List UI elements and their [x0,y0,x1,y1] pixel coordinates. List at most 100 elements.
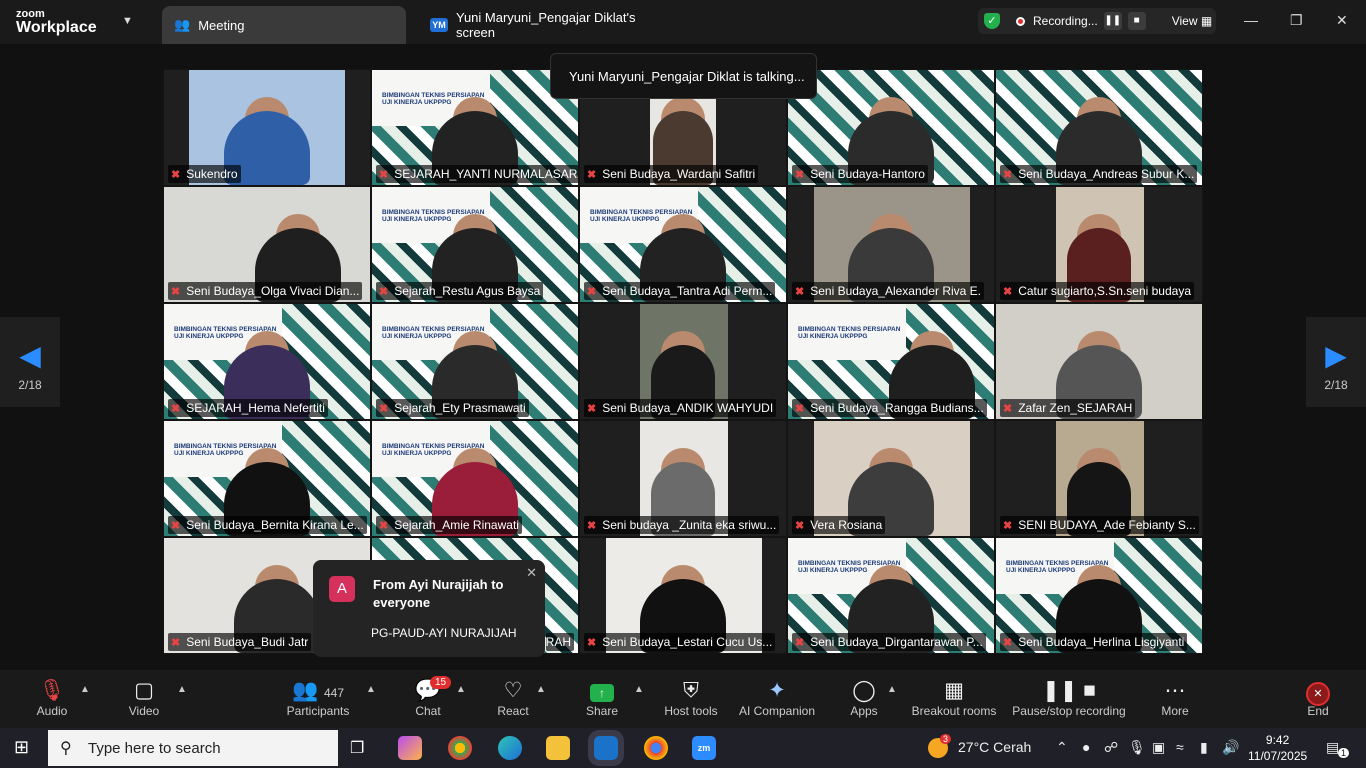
host-tools-button[interactable]: ⛨ Host tools [660,678,722,718]
pause-stop-recording-button[interactable]: ❚❚ ■ Pause/stop recording [1010,678,1128,718]
edge-icon[interactable] [498,736,522,760]
react-button[interactable]: ♡ React [493,678,533,718]
task-view-icon[interactable]: ❐ [350,738,364,758]
video-tile[interactable]: ✖ Vera Rosiana [787,420,995,537]
arrow-left-icon: ◀ [19,340,41,371]
video-label: Video [128,704,160,718]
view-button[interactable]: View ▦ [1172,14,1212,28]
chevron-up-icon[interactable]: ▲ [456,684,466,695]
weather-text[interactable]: 27°C Cerah [958,739,1031,755]
video-tile[interactable]: ✖ Seni Budaya_Alexander Riva E. [787,186,995,303]
name-tag: ✖ Sukendro [168,165,241,183]
video-tile[interactable]: BIMBINGAN TEKNIS PERSIAPAN UJI KINERJA U… [371,420,579,537]
name-tag: ✖ Seni Budaya_Budi Jatr [168,633,312,651]
react-label: React [497,704,529,718]
zoom-taskbar-icon[interactable]: zm [692,736,716,760]
ai-companion-button[interactable]: ✦ AI Companion [736,678,818,718]
stop-recording-icon[interactable]: ■ [1127,12,1146,30]
video-tile[interactable]: ✖ Seni Budaya_Lestari Cucu Us... [579,537,787,654]
outlook-icon[interactable] [588,730,624,766]
name-tag: ✖ Seni Budaya_Alexander Riva E. [792,282,984,300]
system-clock[interactable]: 9:42 11/07/2025 [1248,732,1307,764]
next-page-button[interactable]: ▶ 2/18 [1306,317,1366,407]
chevron-up-icon[interactable]: ⌃ [1056,739,1068,756]
tray-app-icon[interactable]: ● [1082,739,1090,755]
share-button[interactable]: ↑ Share [582,678,622,718]
more-button[interactable]: ⋯ More [1156,678,1194,718]
pause-recording-label: Pause/stop recording [1012,704,1126,718]
video-tile[interactable]: ✖ Seni Budaya_Andreas Subur K... [995,69,1203,186]
clock-date: 11/07/2025 [1248,749,1308,763]
chrome-profile-icon[interactable] [644,736,668,760]
minimize-icon[interactable]: — [1244,12,1258,28]
wifi-icon[interactable]: ≈ [1176,739,1184,755]
share-screen-icon: ↑ [590,684,614,702]
chevron-up-icon[interactable]: ▲ [177,684,187,695]
muted-mic-icon: ✖ [379,402,389,415]
video-tile[interactable]: BIMBINGAN TEKNIS PERSIAPAN UJI KINERJA U… [787,537,995,654]
video-tile[interactable]: BIMBINGAN TEKNIS PERSIAPAN UJI KINERJA U… [163,303,371,420]
video-tile[interactable]: BIMBINGAN TEKNIS PERSIAPAN UJI KINERJA U… [579,186,787,303]
tab-shared-screen[interactable]: YM Yuni Maryuni_Pengajar Diklat's screen [418,6,678,44]
restore-icon[interactable]: ❐ [1290,12,1303,29]
participants-button[interactable]: 👥 447 Participants [284,678,352,718]
name-tag: ✖ Seni Budaya_Tantra Adi Perm... [584,282,776,300]
video-tile[interactable]: BIMBINGAN TEKNIS PERSIAPAN UJI KINERJA U… [787,303,995,420]
video-tile[interactable]: BIMBINGAN TEKNIS PERSIAPAN UJI KINERJA U… [995,537,1203,654]
participant-name: Seni Budaya_Alexander Riva E. [810,284,981,298]
chevron-down-icon[interactable]: ▼ [122,15,133,27]
video-tile[interactable]: BIMBINGAN TEKNIS PERSIAPAN UJI KINERJA U… [163,420,371,537]
chat-notification[interactable]: A From Ayi Nurajijah to everyone PG-PAUD… [313,560,545,657]
video-tile[interactable]: ✖ Seni Budaya_Olga Vivaci Dian... [163,186,371,303]
display-icon[interactable]: ▣ [1152,739,1165,756]
chevron-up-icon[interactable]: ▲ [366,684,376,695]
chevron-up-icon[interactable]: ▲ [80,684,90,695]
chevron-up-icon[interactable]: ▲ [634,684,644,695]
video-tile[interactable]: ✖ Seni budaya _Zunita eka sriwu... [579,420,787,537]
weather-badge: 3 [940,734,952,744]
participant-name: SEJARAH_Hema Nefertiti [186,401,325,415]
video-tile[interactable]: ✖ Zafar Zen_SEJARAH [995,303,1203,420]
chevron-up-icon[interactable]: ▲ [887,684,897,695]
previous-page-button[interactable]: ◀ 2/18 [0,317,60,407]
notification-title: From Ayi Nurajijah to everyone [373,577,504,610]
video-tile[interactable]: BIMBINGAN TEKNIS PERSIAPAN UJI KINERJA U… [371,303,579,420]
video-button[interactable]: ▢ Video [122,678,166,718]
shield-check-icon[interactable]: ✓ [984,13,1000,29]
participant-name: RAH [545,635,571,649]
video-tile[interactable]: ✖ Seni Budaya_ANDIK WAHYUDI [579,303,787,420]
video-tile[interactable]: ✖ Sukendro [163,69,371,186]
participant-name: Seni Budaya_Lestari Cucu Us... [602,635,773,649]
pause-recording-icon[interactable]: ❚❚ [1103,12,1122,30]
muted-mic-icon: ✖ [795,402,805,415]
participant-name: Sukendro [186,167,238,181]
taskbar-search-input[interactable]: ⚲ Type here to search [48,730,338,766]
close-icon[interactable]: ✕ [526,565,537,581]
breakout-rooms-button[interactable]: ▦ Breakout rooms [910,678,998,718]
video-tile[interactable]: ✖ SENI BUDAYA_Ade Febianty S... [995,420,1203,537]
participant-name: Seni Budaya_Dirgantarawan P... [810,635,983,649]
microphone-icon[interactable]: 🎙 [1128,739,1146,756]
file-explorer-icon[interactable] [546,736,570,760]
windows-start-icon[interactable]: ⊞ [14,737,29,758]
tab-meeting[interactable]: 👥 Meeting [162,6,406,44]
chevron-up-icon[interactable]: ▲ [536,684,546,695]
heart-icon: ♡ [503,679,523,702]
apps-button[interactable]: ◯ Apps [846,678,882,718]
zoom-logo[interactable]: zoom Workplace [16,7,97,36]
video-tile[interactable]: ✖ Catur sugiarto,S.Sn.seni budaya [995,186,1203,303]
copilot-icon[interactable] [398,736,422,760]
network-icon[interactable]: ☍ [1104,739,1118,756]
participant-name: Sejarah_Restu Agus Baysa [394,284,541,298]
audio-button[interactable]: 🎙 Audio [30,678,74,718]
speaker-icon[interactable]: 🔊 [1222,739,1239,756]
end-meeting-button[interactable]: ✕ End [1300,678,1336,718]
chrome-icon[interactable] [448,736,472,760]
video-tile[interactable]: BIMBINGAN TEKNIS PERSIAPAN UJI KINERJA U… [371,69,579,186]
video-tile[interactable]: ✖ Seni Budaya-Hantoro [787,69,995,186]
battery-icon[interactable]: ▮ [1200,739,1208,756]
search-placeholder: Type here to search [88,739,221,757]
video-tile[interactable]: BIMBINGAN TEKNIS PERSIAPAN UJI KINERJA U… [371,186,579,303]
view-label: View [1171,14,1198,28]
close-icon[interactable]: ✕ [1336,12,1348,29]
